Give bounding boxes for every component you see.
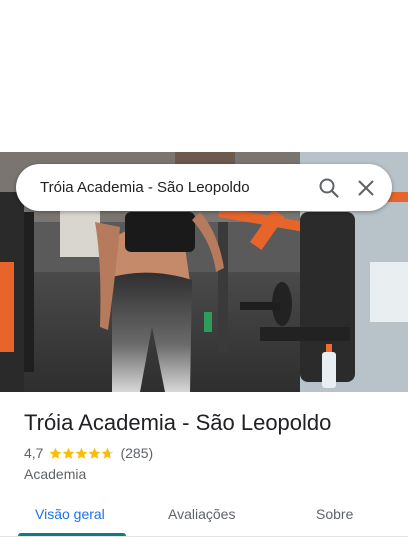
tab-reviews[interactable]: Avaliações — [168, 492, 235, 537]
tab-overview[interactable]: Visão geral — [35, 492, 105, 537]
tabs-divider — [0, 536, 408, 537]
review-count[interactable]: (285) — [120, 445, 153, 461]
rating-value: 4,7 — [24, 445, 44, 461]
place-tabs: Visão geral Avaliações Sobre — [0, 492, 408, 544]
search-bar[interactable]: Tróia Academia - São Leopoldo — [16, 164, 392, 211]
star-icon — [89, 447, 101, 459]
tab-about[interactable]: Sobre — [316, 492, 353, 537]
star-icon — [76, 447, 88, 459]
rating-stars — [49, 447, 114, 460]
search-icon[interactable] — [317, 176, 341, 200]
star-icon — [102, 447, 114, 459]
search-query-text[interactable]: Tróia Academia - São Leopoldo — [40, 164, 250, 211]
close-icon[interactable] — [354, 176, 378, 200]
place-category[interactable]: Academia — [24, 465, 86, 483]
rating-row[interactable]: 4,7 (285) — [24, 444, 153, 462]
map-top-area — [0, 0, 408, 152]
place-title: Tróia Academia - São Leopoldo — [24, 410, 332, 435]
star-icon — [50, 447, 62, 459]
star-icon — [63, 447, 75, 459]
